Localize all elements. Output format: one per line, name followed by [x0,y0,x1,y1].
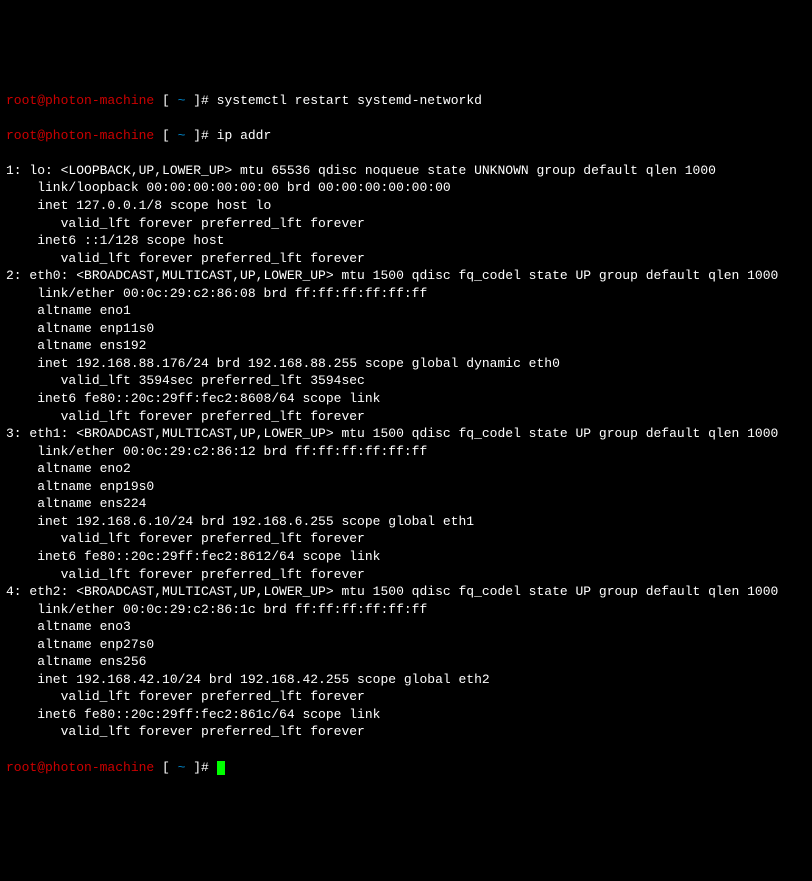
prompt-user-host: root@photon-machine [6,760,154,775]
output-line: valid_lft forever preferred_lft forever [6,688,806,706]
prompt-bracket-close: ]# [185,128,216,143]
output-line: altname eno2 [6,460,806,478]
output-line: valid_lft forever preferred_lft forever [6,530,806,548]
prompt-bracket-open: [ [154,128,177,143]
output-line: altname enp11s0 [6,320,806,338]
output-line: inet 192.168.42.10/24 brd 192.168.42.255… [6,671,806,689]
output-line: inet6 fe80::20c:29ff:fec2:8608/64 scope … [6,390,806,408]
prompt-line-2: root@photon-machine [ ~ ]# ip addr [6,127,806,145]
cursor [217,761,225,775]
command-1: systemctl restart systemd-networkd [217,93,482,108]
output-line: altname eno1 [6,302,806,320]
output-line: altname eno3 [6,618,806,636]
output-line: inet6 fe80::20c:29ff:fec2:8612/64 scope … [6,548,806,566]
prompt-user-host: root@photon-machine [6,93,154,108]
output-line: 4: eth2: <BROADCAST,MULTICAST,UP,LOWER_U… [6,583,806,601]
prompt-bracket-close: ]# [185,760,216,775]
terminal[interactable]: root@photon-machine [ ~ ]# systemctl res… [6,74,806,793]
output-line: altname ens256 [6,653,806,671]
output-line: 3: eth1: <BROADCAST,MULTICAST,UP,LOWER_U… [6,425,806,443]
output-line: valid_lft forever preferred_lft forever [6,250,806,268]
prompt-tilde: ~ [178,760,186,775]
output-block: 1: lo: <LOOPBACK,UP,LOWER_UP> mtu 65536 … [6,162,806,741]
output-line: inet 127.0.0.1/8 scope host lo [6,197,806,215]
prompt-bracket-close: ]# [185,93,216,108]
prompt-bracket-open: [ [154,760,177,775]
output-line: altname ens192 [6,337,806,355]
output-line: inet6 ::1/128 scope host [6,232,806,250]
output-line: inet6 fe80::20c:29ff:fec2:861c/64 scope … [6,706,806,724]
output-line: altname enp27s0 [6,636,806,654]
output-line: link/ether 00:0c:29:c2:86:12 brd ff:ff:f… [6,443,806,461]
output-line: valid_lft forever preferred_lft forever [6,408,806,426]
output-line: inet 192.168.6.10/24 brd 192.168.6.255 s… [6,513,806,531]
output-line: altname ens224 [6,495,806,513]
prompt-line-3[interactable]: root@photon-machine [ ~ ]# [6,759,806,777]
prompt-line-1: root@photon-machine [ ~ ]# systemctl res… [6,92,806,110]
output-line: valid_lft forever preferred_lft forever [6,566,806,584]
command-2: ip addr [217,128,272,143]
prompt-user-host: root@photon-machine [6,128,154,143]
output-line: 2: eth0: <BROADCAST,MULTICAST,UP,LOWER_U… [6,267,806,285]
output-line: valid_lft forever preferred_lft forever [6,215,806,233]
output-line: inet 192.168.88.176/24 brd 192.168.88.25… [6,355,806,373]
output-line: link/ether 00:0c:29:c2:86:08 brd ff:ff:f… [6,285,806,303]
output-line: link/loopback 00:00:00:00:00:00 brd 00:0… [6,179,806,197]
output-line: altname enp19s0 [6,478,806,496]
output-line: valid_lft forever preferred_lft forever [6,723,806,741]
output-line: link/ether 00:0c:29:c2:86:1c brd ff:ff:f… [6,601,806,619]
prompt-bracket-open: [ [154,93,177,108]
output-line: 1: lo: <LOOPBACK,UP,LOWER_UP> mtu 65536 … [6,162,806,180]
output-line: valid_lft 3594sec preferred_lft 3594sec [6,372,806,390]
